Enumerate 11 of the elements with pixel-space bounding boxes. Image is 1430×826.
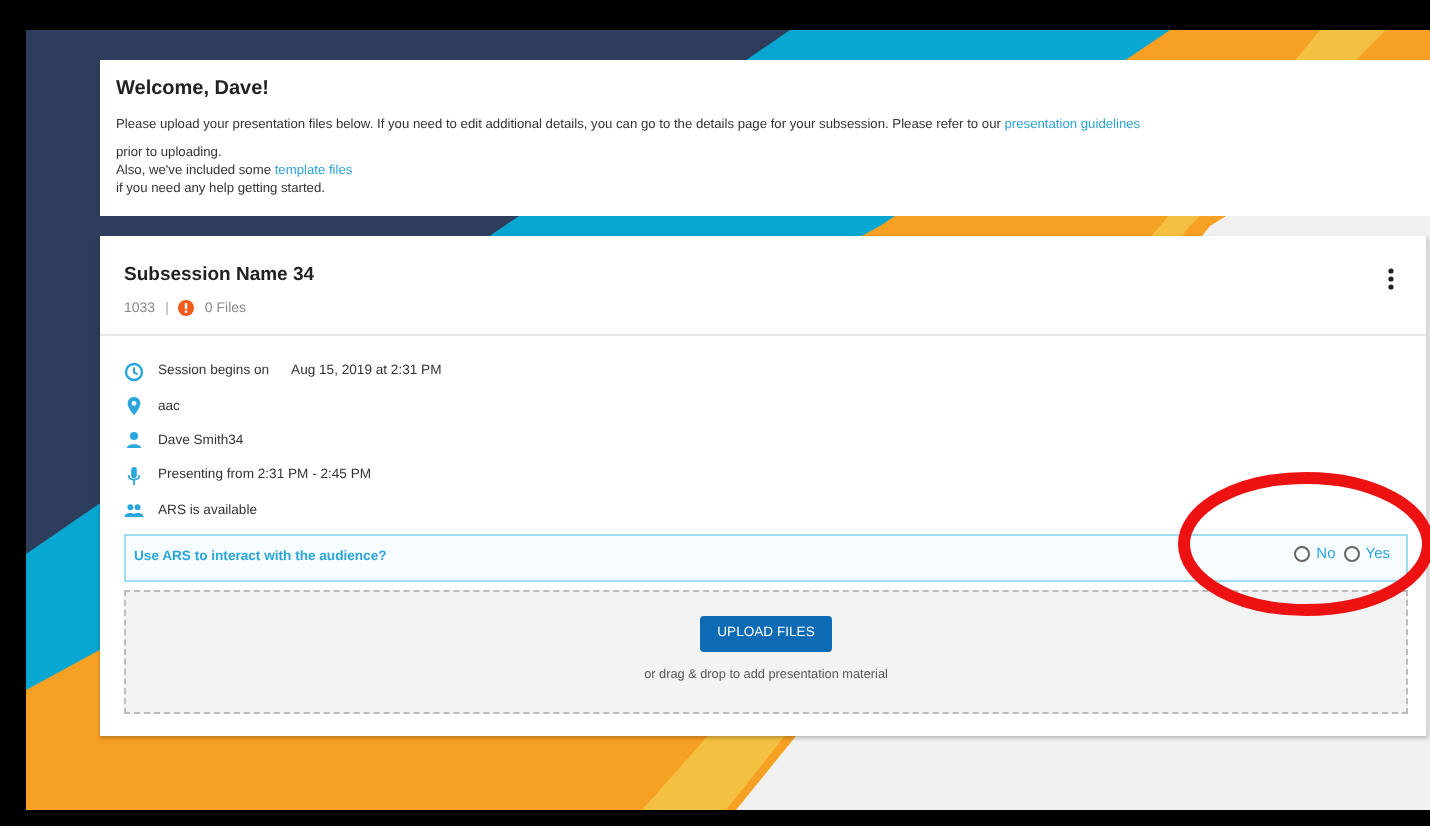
microphone-icon <box>124 465 144 486</box>
alert-icon <box>178 300 195 316</box>
people-icon <box>124 500 144 521</box>
session-title: Subsession Name 34 <box>124 264 315 286</box>
person-icon <box>124 430 144 451</box>
radio-button[interactable] <box>1343 545 1360 562</box>
welcome-title: Welcome, Dave! <box>116 78 272 100</box>
radio-button[interactable] <box>1294 545 1311 562</box>
location-pin-icon <box>124 396 144 417</box>
more-menu-button[interactable] <box>1384 268 1398 290</box>
clock-icon <box>124 361 144 382</box>
